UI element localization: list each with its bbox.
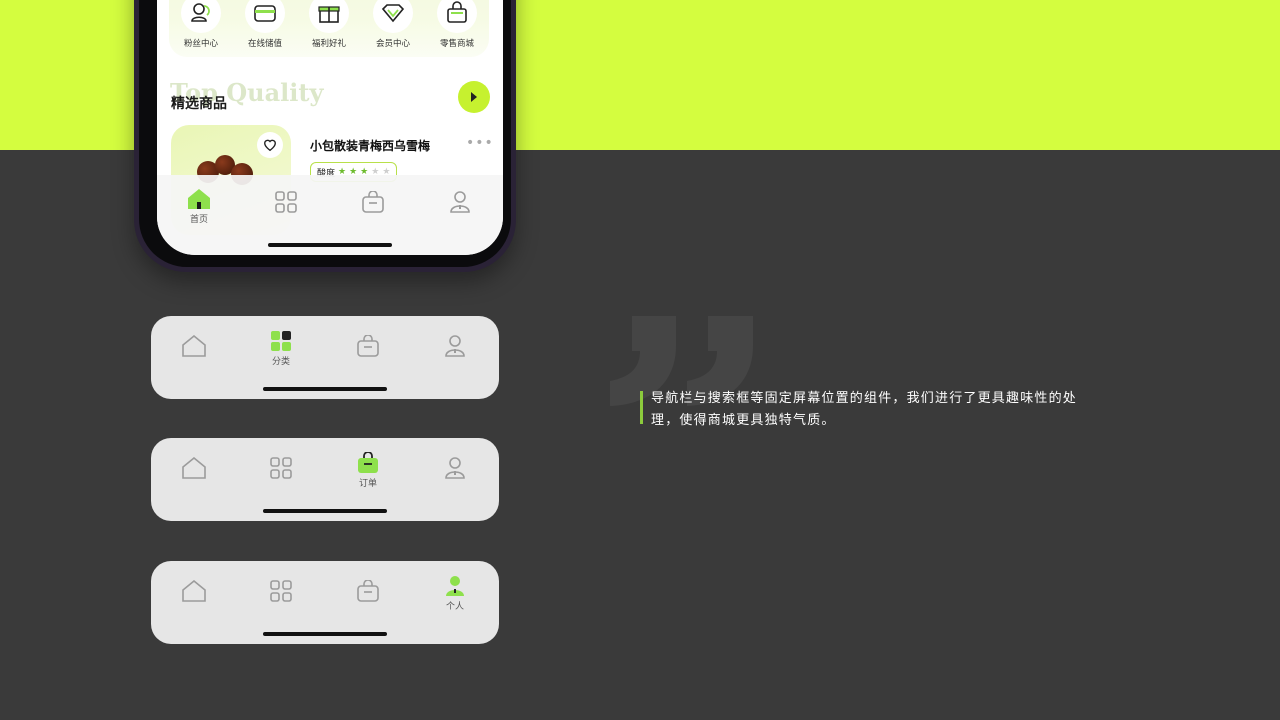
home-icon bbox=[182, 335, 206, 357]
tab-orders[interactable] bbox=[338, 580, 398, 602]
quote-text: 导航栏与搜索框等固定屏幕位置的组件，我们进行了更具趣味性的处理，使得商城更具独特… bbox=[651, 391, 1078, 428]
grid-icon bbox=[270, 580, 292, 602]
quick-menu-label: 会员中心 bbox=[375, 39, 410, 49]
tab-bar-category-active: 分类 bbox=[151, 316, 499, 399]
tab-label: 订单 bbox=[358, 479, 377, 489]
tab-profile[interactable] bbox=[430, 191, 490, 213]
phone-mockup: 粉丝中心 在线储值 福利好礼 会员中心 零售商城 Top Quality 精选商… bbox=[134, 0, 516, 272]
quick-menu-label: 福利好礼 bbox=[311, 39, 346, 49]
chevron-right-icon bbox=[471, 92, 477, 102]
grid-icon bbox=[275, 191, 297, 213]
tab-home[interactable]: 首页 bbox=[169, 188, 229, 225]
home-indicator bbox=[263, 632, 387, 636]
quick-menu-fans-center[interactable]: 粉丝中心 bbox=[171, 0, 231, 49]
shopping-bag-icon bbox=[357, 580, 379, 602]
tab-home[interactable] bbox=[164, 335, 224, 357]
home-indicator bbox=[268, 243, 392, 247]
tab-home[interactable] bbox=[164, 580, 224, 602]
heart-icon bbox=[264, 139, 276, 152]
home-icon bbox=[188, 189, 210, 209]
more-options-icon[interactable]: ••• bbox=[466, 135, 494, 151]
tab-profile[interactable]: 个人 bbox=[425, 575, 485, 612]
tab-bar-orders-active: 订单 bbox=[151, 438, 499, 521]
section-more-button[interactable] bbox=[458, 81, 490, 113]
tab-orders[interactable] bbox=[338, 335, 398, 357]
grid-icon bbox=[270, 457, 292, 479]
home-indicator bbox=[263, 387, 387, 391]
person-icon bbox=[446, 576, 464, 596]
phone-screen: 粉丝中心 在线储值 福利好礼 会员中心 零售商城 Top Quality 精选商… bbox=[157, 0, 503, 255]
diamond-icon bbox=[373, 0, 413, 33]
quick-menu-label: 在线储值 bbox=[247, 39, 282, 49]
tab-category[interactable] bbox=[256, 191, 316, 213]
tab-category[interactable]: 分类 bbox=[251, 330, 311, 367]
tab-orders[interactable]: 订单 bbox=[338, 452, 398, 489]
home-icon bbox=[182, 457, 206, 479]
quick-menu-online-deposit[interactable]: 在线储值 bbox=[235, 0, 295, 49]
shopping-bag-icon bbox=[357, 335, 379, 357]
tab-label: 个人 bbox=[445, 602, 464, 612]
tab-label: 分类 bbox=[271, 357, 290, 367]
tab-profile[interactable] bbox=[425, 457, 485, 479]
tab-orders[interactable] bbox=[343, 191, 403, 213]
phone-tab-bar: 首页 bbox=[157, 175, 503, 255]
fans-icon bbox=[181, 0, 221, 33]
tab-bar-profile-active: 个人 bbox=[151, 561, 499, 644]
quick-menu-gifts[interactable]: 福利好礼 bbox=[299, 0, 359, 49]
home-indicator bbox=[263, 509, 387, 513]
shopping-bag-icon bbox=[437, 0, 477, 33]
wallet-icon bbox=[245, 0, 285, 33]
tab-category[interactable] bbox=[251, 457, 311, 479]
person-icon bbox=[445, 335, 465, 357]
person-icon bbox=[445, 457, 465, 479]
gift-icon bbox=[309, 0, 349, 33]
quote-accent-bar bbox=[640, 391, 643, 424]
phone-bezel: 粉丝中心 在线储值 福利好礼 会员中心 零售商城 Top Quality 精选商… bbox=[139, 0, 511, 267]
quick-menu-label: 粉丝中心 bbox=[183, 39, 218, 49]
product-name[interactable]: 小包散装青梅西乌雪梅 bbox=[310, 137, 430, 154]
tab-home[interactable] bbox=[164, 457, 224, 479]
tab-label: 首页 bbox=[189, 215, 208, 225]
favorite-button[interactable] bbox=[257, 132, 283, 158]
home-icon bbox=[182, 580, 206, 602]
quick-menu-label: 零售商城 bbox=[439, 39, 474, 49]
person-icon bbox=[450, 191, 470, 213]
section-title: 精选商品 bbox=[171, 96, 227, 112]
shopping-bag-icon bbox=[358, 452, 378, 473]
quick-menu-retail-mall[interactable]: 零售商城 bbox=[427, 0, 487, 49]
grid-icon bbox=[271, 331, 291, 351]
quick-menu-membership[interactable]: 会员中心 bbox=[363, 0, 423, 49]
tab-category[interactable] bbox=[251, 580, 311, 602]
shopping-bag-icon bbox=[362, 191, 384, 213]
tab-profile[interactable] bbox=[425, 335, 485, 357]
quick-menu: 粉丝中心 在线储值 福利好礼 会员中心 零售商城 bbox=[169, 0, 489, 57]
